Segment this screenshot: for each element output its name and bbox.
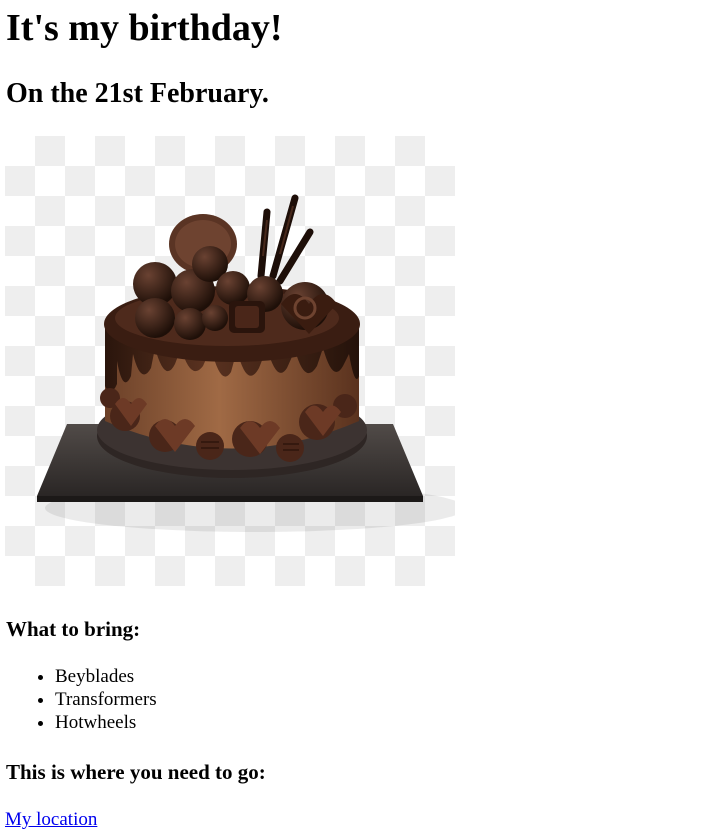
list-item: Hotwheels [55, 711, 157, 734]
location-link[interactable]: My location [5, 808, 97, 831]
bring-list: Beyblades Transformers Hotwheels [0, 665, 157, 734]
list-item: Transformers [55, 688, 157, 711]
date-heading: On the 21st February. [6, 78, 269, 109]
chocolate-cake-image [5, 136, 455, 586]
list-item: Beyblades [55, 665, 157, 688]
location-heading: This is where you need to go: [6, 760, 266, 784]
bring-heading: What to bring: [6, 617, 141, 641]
page-title: It's my birthday! [6, 7, 283, 49]
